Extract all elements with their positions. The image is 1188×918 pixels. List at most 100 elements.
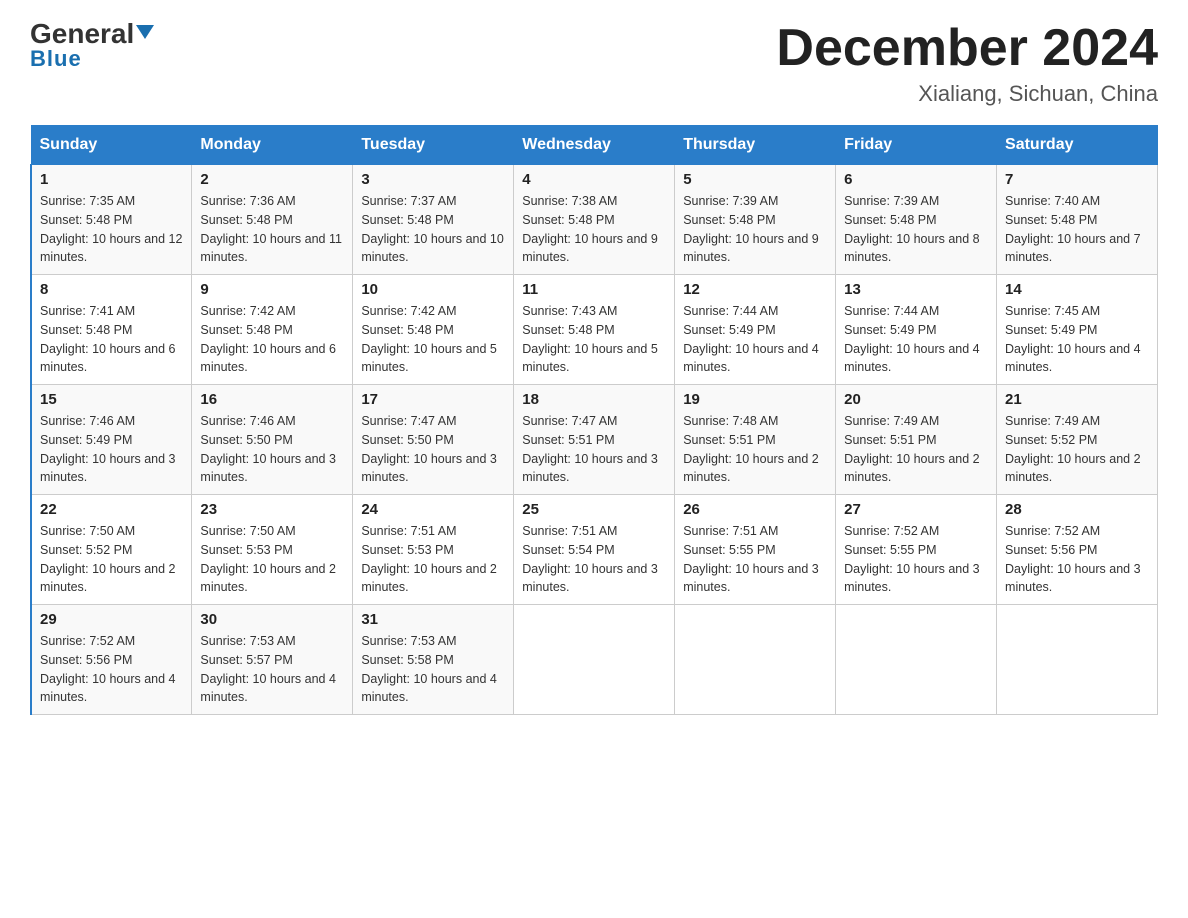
calendar-week-row: 22 Sunrise: 7:50 AMSunset: 5:52 PMDayligh… (31, 495, 1158, 605)
day-info: Sunrise: 7:52 AMSunset: 5:55 PMDaylight:… (844, 522, 988, 597)
day-info: Sunrise: 7:46 AMSunset: 5:50 PMDaylight:… (200, 412, 344, 487)
header-sunday: Sunday (31, 126, 192, 165)
table-row: 9 Sunrise: 7:42 AMSunset: 5:48 PMDaylight… (192, 275, 353, 385)
day-info: Sunrise: 7:39 AMSunset: 5:48 PMDaylight:… (683, 192, 827, 267)
calendar-subtitle: Xialiang, Sichuan, China (776, 81, 1158, 107)
day-info: Sunrise: 7:41 AMSunset: 5:48 PMDaylight:… (40, 302, 183, 377)
table-row: 29 Sunrise: 7:52 AMSunset: 5:56 PMDayligh… (31, 605, 192, 715)
day-number: 4 (522, 171, 666, 188)
table-row: 7 Sunrise: 7:40 AMSunset: 5:48 PMDaylight… (997, 165, 1158, 275)
table-row: 20Sunrise: 7:49 AMSunset: 5:51 PMDayligh… (836, 385, 997, 495)
header-wednesday: Wednesday (514, 126, 675, 165)
day-number: 22 (40, 501, 183, 518)
day-number: 3 (361, 171, 505, 188)
day-info: Sunrise: 7:47 AMSunset: 5:51 PMDaylight:… (522, 412, 666, 487)
day-info: Sunrise: 7:38 AMSunset: 5:48 PMDaylight:… (522, 192, 666, 267)
table-row: 8 Sunrise: 7:41 AMSunset: 5:48 PMDaylight… (31, 275, 192, 385)
calendar-table: Sunday Monday Tuesday Wednesday Thursday… (30, 125, 1158, 715)
day-number: 7 (1005, 171, 1149, 188)
table-row: 18Sunrise: 7:47 AMSunset: 5:51 PMDayligh… (514, 385, 675, 495)
logo-blue: Blue (30, 46, 82, 72)
table-row: 31 Sunrise: 7:53 AMSunset: 5:58 PMDayligh… (353, 605, 514, 715)
table-row: 14 Sunrise: 7:45 AMSunset: 5:49 PMDayligh… (997, 275, 1158, 385)
table-row: 11 Sunrise: 7:43 AMSunset: 5:48 PMDayligh… (514, 275, 675, 385)
table-row: 24 Sunrise: 7:51 AMSunset: 5:53 PMDayligh… (353, 495, 514, 605)
calendar-week-row: 29 Sunrise: 7:52 AMSunset: 5:56 PMDayligh… (31, 605, 1158, 715)
day-info: Sunrise: 7:37 AMSunset: 5:48 PMDaylight:… (361, 192, 505, 267)
calendar-title: December 2024 (776, 20, 1158, 77)
table-row (836, 605, 997, 715)
table-row: 4 Sunrise: 7:38 AMSunset: 5:48 PMDaylight… (514, 165, 675, 275)
table-row: 19Sunrise: 7:48 AMSunset: 5:51 PMDayligh… (675, 385, 836, 495)
table-row: 25Sunrise: 7:51 AMSunset: 5:54 PMDayligh… (514, 495, 675, 605)
page-header: General Blue December 2024 Xialiang, Sic… (30, 20, 1158, 107)
day-info: Sunrise: 7:49 AMSunset: 5:52 PMDaylight:… (1005, 412, 1149, 487)
day-number: 24 (361, 501, 505, 518)
header-friday: Friday (836, 126, 997, 165)
day-number: 30 (200, 611, 344, 628)
day-number: 16 (200, 391, 344, 408)
day-info: Sunrise: 7:53 AMSunset: 5:58 PMDaylight:… (361, 632, 505, 707)
day-number: 15 (40, 391, 183, 408)
calendar-week-row: 15 Sunrise: 7:46 AMSunset: 5:49 PMDayligh… (31, 385, 1158, 495)
day-info: Sunrise: 7:52 AMSunset: 5:56 PMDaylight:… (1005, 522, 1149, 597)
day-info: Sunrise: 7:40 AMSunset: 5:48 PMDaylight:… (1005, 192, 1149, 267)
day-info: Sunrise: 7:35 AMSunset: 5:48 PMDaylight:… (40, 192, 183, 267)
day-info: Sunrise: 7:45 AMSunset: 5:49 PMDaylight:… (1005, 302, 1149, 377)
day-info: Sunrise: 7:47 AMSunset: 5:50 PMDaylight:… (361, 412, 505, 487)
logo-general: General (30, 20, 154, 48)
logo-triangle-icon (136, 25, 154, 39)
day-number: 13 (844, 281, 988, 298)
header-tuesday: Tuesday (353, 126, 514, 165)
table-row: 1Sunrise: 7:35 AMSunset: 5:48 PMDaylight… (31, 165, 192, 275)
day-number: 26 (683, 501, 827, 518)
table-row: 22 Sunrise: 7:50 AMSunset: 5:52 PMDayligh… (31, 495, 192, 605)
table-row: 3 Sunrise: 7:37 AMSunset: 5:48 PMDaylight… (353, 165, 514, 275)
day-number: 2 (200, 171, 344, 188)
day-number: 14 (1005, 281, 1149, 298)
day-info: Sunrise: 7:42 AMSunset: 5:48 PMDaylight:… (200, 302, 344, 377)
day-number: 17 (361, 391, 505, 408)
table-row: 27 Sunrise: 7:52 AMSunset: 5:55 PMDayligh… (836, 495, 997, 605)
day-info: Sunrise: 7:43 AMSunset: 5:48 PMDaylight:… (522, 302, 666, 377)
header-thursday: Thursday (675, 126, 836, 165)
day-info: Sunrise: 7:51 AMSunset: 5:55 PMDaylight:… (683, 522, 827, 597)
day-info: Sunrise: 7:39 AMSunset: 5:48 PMDaylight:… (844, 192, 988, 267)
table-row: 5Sunrise: 7:39 AMSunset: 5:48 PMDaylight… (675, 165, 836, 275)
calendar-header-row: Sunday Monday Tuesday Wednesday Thursday… (31, 126, 1158, 165)
table-row (997, 605, 1158, 715)
day-info: Sunrise: 7:50 AMSunset: 5:52 PMDaylight:… (40, 522, 183, 597)
header-monday: Monday (192, 126, 353, 165)
day-number: 8 (40, 281, 183, 298)
table-row: 16 Sunrise: 7:46 AMSunset: 5:50 PMDayligh… (192, 385, 353, 495)
day-number: 21 (1005, 391, 1149, 408)
day-info: Sunrise: 7:42 AMSunset: 5:48 PMDaylight:… (361, 302, 505, 377)
day-info: Sunrise: 7:46 AMSunset: 5:49 PMDaylight:… (40, 412, 183, 487)
day-number: 19 (683, 391, 827, 408)
day-number: 23 (200, 501, 344, 518)
table-row: 2Sunrise: 7:36 AMSunset: 5:48 PMDaylight… (192, 165, 353, 275)
day-info: Sunrise: 7:51 AMSunset: 5:53 PMDaylight:… (361, 522, 505, 597)
table-row: 12 Sunrise: 7:44 AMSunset: 5:49 PMDayligh… (675, 275, 836, 385)
header-saturday: Saturday (997, 126, 1158, 165)
title-area: December 2024 Xialiang, Sichuan, China (776, 20, 1158, 107)
day-number: 6 (844, 171, 988, 188)
table-row: 10Sunrise: 7:42 AMSunset: 5:48 PMDayligh… (353, 275, 514, 385)
day-info: Sunrise: 7:51 AMSunset: 5:54 PMDaylight:… (522, 522, 666, 597)
day-info: Sunrise: 7:49 AMSunset: 5:51 PMDaylight:… (844, 412, 988, 487)
day-info: Sunrise: 7:52 AMSunset: 5:56 PMDaylight:… (40, 632, 183, 707)
day-number: 9 (200, 281, 344, 298)
day-info: Sunrise: 7:44 AMSunset: 5:49 PMDaylight:… (844, 302, 988, 377)
day-number: 31 (361, 611, 505, 628)
day-info: Sunrise: 7:44 AMSunset: 5:49 PMDaylight:… (683, 302, 827, 377)
day-number: 12 (683, 281, 827, 298)
day-number: 11 (522, 281, 666, 298)
day-number: 27 (844, 501, 988, 518)
table-row: 23Sunrise: 7:50 AMSunset: 5:53 PMDayligh… (192, 495, 353, 605)
table-row: 13 Sunrise: 7:44 AMSunset: 5:49 PMDayligh… (836, 275, 997, 385)
calendar-week-row: 1Sunrise: 7:35 AMSunset: 5:48 PMDaylight… (31, 165, 1158, 275)
table-row (514, 605, 675, 715)
table-row: 6 Sunrise: 7:39 AMSunset: 5:48 PMDaylight… (836, 165, 997, 275)
day-number: 29 (40, 611, 183, 628)
day-info: Sunrise: 7:53 AMSunset: 5:57 PMDaylight:… (200, 632, 344, 707)
